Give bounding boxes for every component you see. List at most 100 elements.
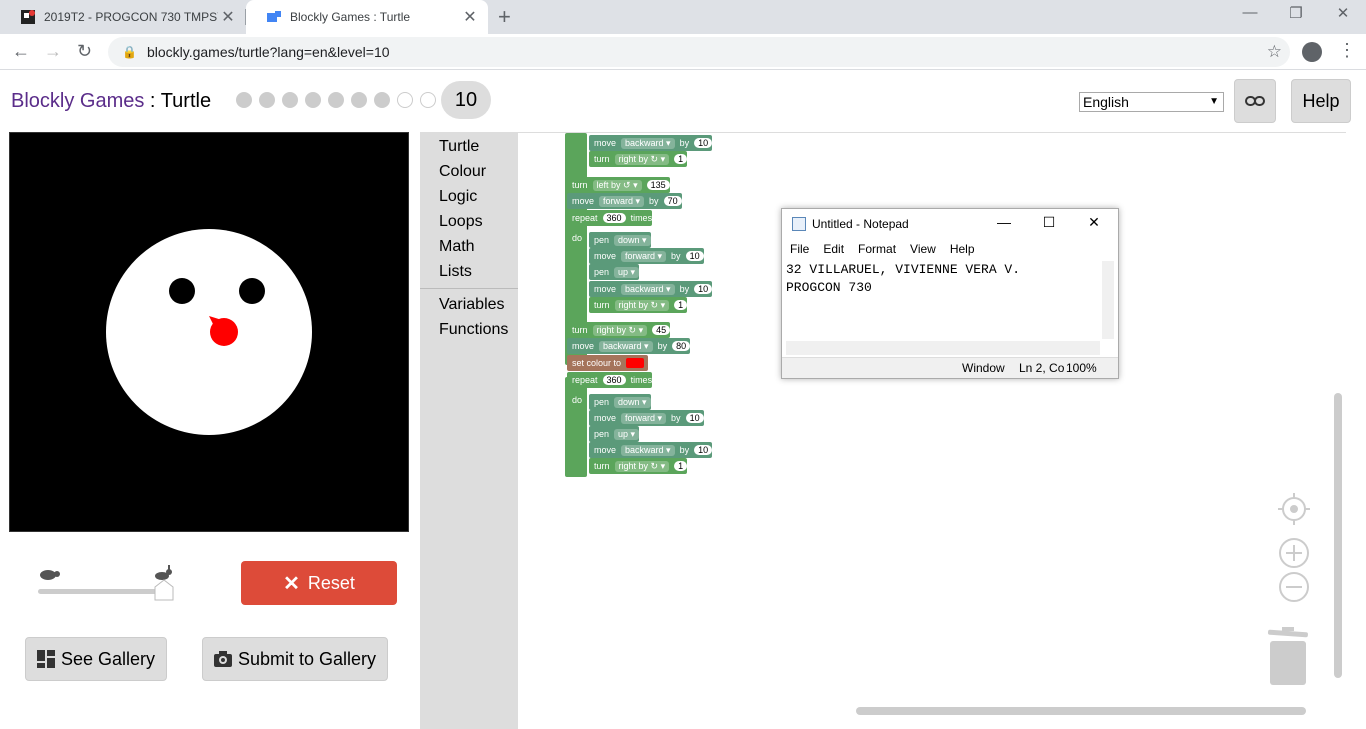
pen-block[interactable]: pen down ▾ xyxy=(589,394,651,410)
move-block[interactable]: move backward ▾ by 10 xyxy=(589,135,713,151)
block-number-input[interactable]: 10 xyxy=(685,413,704,423)
browser-tab-blockly[interactable]: Blockly Games : Turtle ✕ xyxy=(246,0,488,34)
repeat-block[interactable]: repeat 360 times xyxy=(567,210,653,226)
move-block[interactable]: move forward ▾ by 10 xyxy=(589,248,704,264)
reset-button[interactable]: ✕ Reset xyxy=(241,561,397,605)
level-dot[interactable] xyxy=(282,92,298,108)
level-dot[interactable] xyxy=(397,92,413,108)
colour-block[interactable]: set colour to xyxy=(567,355,649,371)
block-dropdown[interactable]: forward ▾ xyxy=(621,412,667,424)
block-number-input[interactable]: 360 xyxy=(602,213,626,223)
move-block[interactable]: move backward ▾ by 80 xyxy=(567,338,691,354)
notepad-minimize-icon[interactable]: — xyxy=(982,214,1026,230)
toolbox-category-loops[interactable]: Loops xyxy=(439,213,483,231)
see-gallery-button[interactable]: See Gallery xyxy=(25,637,167,681)
block-number-input[interactable]: 360 xyxy=(602,375,626,385)
block-dropdown[interactable]: up ▾ xyxy=(614,266,640,278)
block-dropdown[interactable]: right by ↻ ▾ xyxy=(614,299,670,311)
notepad-menu-help[interactable]: Help xyxy=(950,242,975,256)
toolbox-category-functions[interactable]: Functions xyxy=(439,321,508,339)
brand-link[interactable]: Blockly Games xyxy=(11,90,144,112)
level-dot[interactable] xyxy=(351,92,367,108)
recenter-icon[interactable] xyxy=(1278,493,1310,530)
language-select[interactable]: English ▼ xyxy=(1079,92,1224,112)
level-dot[interactable] xyxy=(305,92,321,108)
workspace-vertical-scrollbar[interactable] xyxy=(1334,393,1342,678)
block-dropdown[interactable]: backward ▾ xyxy=(621,444,675,456)
move-block[interactable]: move forward ▾ by 70 xyxy=(567,193,682,209)
close-tab-icon[interactable]: ✕ xyxy=(218,7,238,27)
new-tab-icon[interactable]: + xyxy=(498,4,511,30)
block-dropdown[interactable]: right by ↻ ▾ xyxy=(614,153,670,165)
restore-icon[interactable]: ❐ xyxy=(1273,4,1319,22)
speed-slider-knob[interactable] xyxy=(153,579,175,606)
level-dot[interactable] xyxy=(420,92,436,108)
block-number-input[interactable]: 10 xyxy=(694,284,713,294)
notepad-window[interactable]: Untitled - Notepad — ☐ ✕ File Edit Forma… xyxy=(781,208,1119,379)
block-number-input[interactable]: 70 xyxy=(663,196,682,206)
block-dropdown[interactable]: right by ↻ ▾ xyxy=(614,460,670,472)
level-dot[interactable] xyxy=(236,92,252,108)
notepad-maximize-icon[interactable]: ☐ xyxy=(1027,214,1071,231)
bookmark-star-icon[interactable]: ☆ xyxy=(1267,42,1282,62)
notepad-menu-file[interactable]: File xyxy=(790,242,809,256)
turn-block[interactable]: turn right by ↻ ▾ 1 xyxy=(589,458,688,474)
minimize-icon[interactable]: — xyxy=(1227,4,1273,21)
colour-swatch[interactable] xyxy=(626,358,645,368)
block-number-input[interactable]: 10 xyxy=(694,445,713,455)
block-number-input[interactable]: 135 xyxy=(646,180,670,190)
block-number-input[interactable]: 10 xyxy=(685,251,704,261)
speed-slider[interactable] xyxy=(38,589,168,594)
toolbox-category-turtle[interactable]: Turtle xyxy=(439,138,479,156)
reload-icon[interactable]: ↻ xyxy=(77,41,92,62)
move-block[interactable]: move forward ▾ by 10 xyxy=(589,410,704,426)
block-dropdown[interactable]: backward ▾ xyxy=(599,340,653,352)
pen-block[interactable]: pen down ▾ xyxy=(589,232,651,248)
close-tab-icon[interactable]: ✕ xyxy=(460,7,480,27)
link-button[interactable] xyxy=(1234,79,1276,123)
block-dropdown[interactable]: backward ▾ xyxy=(621,283,675,295)
move-block[interactable]: move backward ▾ by 10 xyxy=(589,281,713,297)
address-bar[interactable]: 🔒 blockly.games/turtle?lang=en&level=10 … xyxy=(108,37,1290,67)
block-number-input[interactable]: 1 xyxy=(674,154,688,164)
browser-menu-icon[interactable]: ⋮ xyxy=(1338,40,1356,61)
notepad-horizontal-scrollbar[interactable] xyxy=(786,341,1100,355)
level-dot[interactable] xyxy=(259,92,275,108)
block-number-input[interactable]: 1 xyxy=(674,300,688,310)
toolbox-category-logic[interactable]: Logic xyxy=(439,188,477,206)
notepad-close-icon[interactable]: ✕ xyxy=(1072,214,1116,231)
window-close-icon[interactable]: ✕ xyxy=(1320,4,1366,22)
block-dropdown[interactable]: forward ▾ xyxy=(599,195,645,207)
notepad-menu-view[interactable]: View xyxy=(910,242,936,256)
browser-tab-progcon[interactable]: 2019T2 - PROGCON 730 TMPSY | ✕ xyxy=(0,0,246,34)
block-dropdown[interactable]: down ▾ xyxy=(614,234,651,246)
block-number-input[interactable]: 80 xyxy=(672,341,691,351)
turn-block[interactable]: turn left by ↺ ▾ 135 xyxy=(567,177,670,193)
level-dot[interactable] xyxy=(374,92,390,108)
help-button[interactable]: Help xyxy=(1291,79,1351,123)
notepad-menu-format[interactable]: Format xyxy=(858,242,896,256)
pen-block[interactable]: pen up ▾ xyxy=(589,426,640,442)
turn-block[interactable]: turn right by ↻ ▾ 45 xyxy=(567,322,671,338)
block-number-input[interactable]: 45 xyxy=(652,325,671,335)
zoom-out-icon[interactable] xyxy=(1278,571,1310,608)
forward-icon[interactable]: → xyxy=(44,41,62,62)
zoom-in-icon[interactable] xyxy=(1278,537,1310,574)
block-dropdown[interactable]: forward ▾ xyxy=(621,250,667,262)
level-dot[interactable] xyxy=(328,92,344,108)
profile-avatar-icon[interactable] xyxy=(1302,42,1322,62)
toolbox-category-math[interactable]: Math xyxy=(439,238,475,256)
toolbox-category-colour[interactable]: Colour xyxy=(439,163,486,181)
block-dropdown[interactable]: up ▾ xyxy=(614,428,640,440)
notepad-menu-edit[interactable]: Edit xyxy=(823,242,844,256)
toolbox-category-lists[interactable]: Lists xyxy=(439,263,472,281)
trash-icon[interactable] xyxy=(1266,627,1310,690)
block-number-input[interactable]: 10 xyxy=(694,138,713,148)
notepad-text-area[interactable]: 32 VILLARUEL, VIVIENNE VERA V. PROGCON 7… xyxy=(786,261,1104,339)
block-dropdown[interactable]: right by ↻ ▾ xyxy=(592,324,648,336)
pen-block[interactable]: pen up ▾ xyxy=(589,264,640,280)
toolbox-category-variables[interactable]: Variables xyxy=(439,296,505,314)
turn-block[interactable]: turn right by ↻ ▾ 1 xyxy=(589,151,688,167)
block-number-input[interactable]: 1 xyxy=(674,461,688,471)
block-dropdown[interactable]: left by ↺ ▾ xyxy=(592,179,642,191)
